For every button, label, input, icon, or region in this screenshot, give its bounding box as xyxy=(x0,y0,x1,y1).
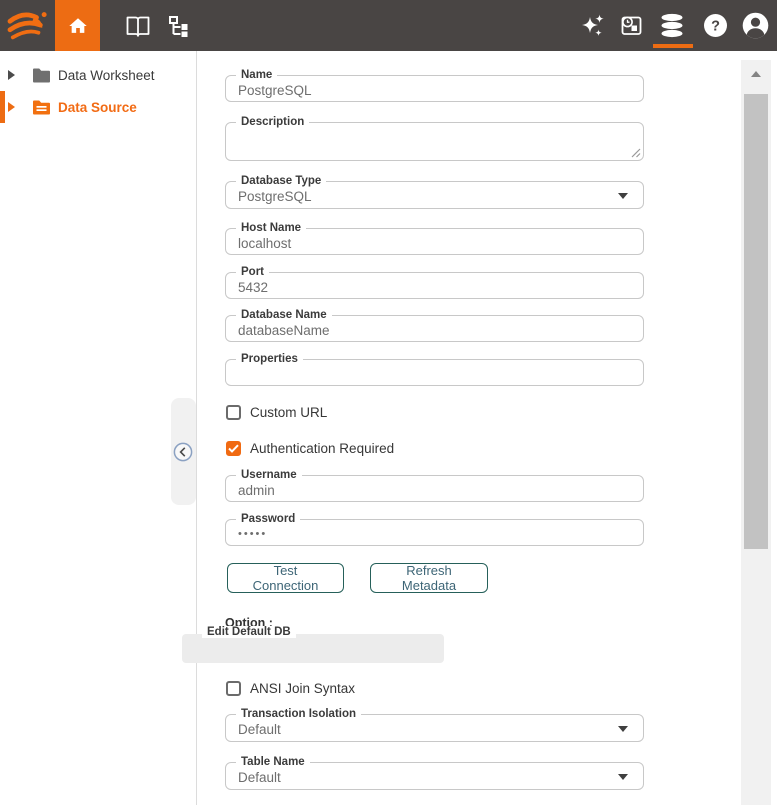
account-icon xyxy=(741,11,770,40)
username-field[interactable]: Username admin xyxy=(225,475,644,502)
schedule-icon xyxy=(618,12,645,39)
field-label: Database Name xyxy=(236,309,332,322)
sidebar-item-label: Data Source xyxy=(58,100,137,115)
inetsoft-logo xyxy=(2,0,54,51)
field-label: Description xyxy=(236,116,309,129)
field-value: PostgreSQL xyxy=(226,76,643,98)
dropdown-caret-icon xyxy=(618,193,628,199)
custom-url-checkbox[interactable] xyxy=(226,405,241,420)
field-label: Database Type xyxy=(236,175,326,188)
host-name-field[interactable]: Host Name localhost xyxy=(225,228,644,255)
password-field[interactable]: Password ••••• xyxy=(225,519,644,546)
collapse-sidebar-button[interactable] xyxy=(173,442,193,462)
authentication-required-checkbox[interactable] xyxy=(226,441,241,456)
edit-default-db-label: Edit Default DB xyxy=(202,626,296,638)
sidebar-item-data-source[interactable]: Data Source xyxy=(0,91,196,123)
content-area: Data Worksheet Data Source Na xyxy=(0,51,777,805)
account-button[interactable] xyxy=(738,0,772,51)
app-window: ? xyxy=(0,0,777,805)
top-toolbar: ? xyxy=(0,0,777,51)
home-button[interactable] xyxy=(55,0,100,51)
database-name-field[interactable]: Database Name databaseName xyxy=(225,315,644,342)
checkbox-label: ANSI Join Syntax xyxy=(250,681,355,696)
field-label: Username xyxy=(236,469,302,482)
help-button[interactable]: ? xyxy=(699,0,731,51)
vertical-scrollbar-track[interactable] xyxy=(741,60,771,805)
svg-text:?: ? xyxy=(711,19,720,35)
sparkle-icon xyxy=(579,12,606,39)
data-folder-icon xyxy=(32,100,51,115)
transaction-isolation-select[interactable]: Transaction Isolation Default xyxy=(225,714,644,742)
port-field[interactable]: Port 5432 xyxy=(225,272,644,299)
resize-grip-icon[interactable] xyxy=(631,148,641,158)
sidebar-divider xyxy=(196,51,197,805)
expand-arrow-icon[interactable] xyxy=(8,102,15,112)
dropdown-caret-icon xyxy=(618,774,628,780)
dropdown-caret-icon xyxy=(618,726,628,732)
field-label: Properties xyxy=(236,353,303,366)
checkbox-label: Custom URL xyxy=(250,405,327,420)
database-icon xyxy=(657,12,687,39)
active-item-indicator xyxy=(0,91,5,123)
help-icon: ? xyxy=(702,12,729,39)
field-value: 5432 xyxy=(226,273,643,295)
custom-url-checkbox-row[interactable]: Custom URL xyxy=(226,405,327,420)
folder-icon xyxy=(32,68,51,83)
ansi-join-syntax-checkbox[interactable] xyxy=(226,681,241,696)
edit-default-db-field-disabled xyxy=(182,634,444,663)
sidebar-item-label: Data Worksheet xyxy=(58,68,155,83)
scrollbar-up-arrow[interactable] xyxy=(751,71,761,77)
test-connection-button[interactable]: Test Connection xyxy=(227,563,344,593)
name-field[interactable]: Name PostgreSQL xyxy=(225,75,644,102)
sidebar-item-data-worksheet[interactable]: Data Worksheet xyxy=(0,59,196,91)
field-label: Host Name xyxy=(236,222,306,235)
description-field[interactable]: Description xyxy=(225,122,644,161)
book-icon xyxy=(125,14,151,38)
properties-field[interactable]: Properties xyxy=(225,359,644,386)
tree-icon xyxy=(168,15,192,37)
field-label: Table Name xyxy=(236,756,310,769)
database-type-select[interactable]: Database Type PostgreSQL xyxy=(225,181,644,209)
field-label: Password xyxy=(236,513,300,526)
ai-assistant-button[interactable] xyxy=(576,0,608,51)
documentation-button[interactable] xyxy=(118,0,158,51)
schedule-button[interactable] xyxy=(615,0,647,51)
home-icon xyxy=(67,15,89,37)
expand-arrow-icon[interactable] xyxy=(8,70,15,80)
authentication-required-checkbox-row[interactable]: Authentication Required xyxy=(226,441,394,456)
field-label: Port xyxy=(236,266,269,279)
ansi-join-syntax-checkbox-row[interactable]: ANSI Join Syntax xyxy=(226,681,355,696)
repository-tree-button[interactable] xyxy=(162,0,198,51)
active-tab-underline xyxy=(653,44,693,48)
vertical-scrollbar-thumb[interactable] xyxy=(744,94,768,549)
field-label: Transaction Isolation xyxy=(236,708,361,721)
checkbox-label: Authentication Required xyxy=(250,441,394,456)
check-icon xyxy=(228,444,239,453)
field-label: Name xyxy=(236,69,277,82)
refresh-metadata-button[interactable]: Refresh Metadata xyxy=(370,563,488,593)
table-name-select[interactable]: Table Name Default xyxy=(225,762,644,790)
